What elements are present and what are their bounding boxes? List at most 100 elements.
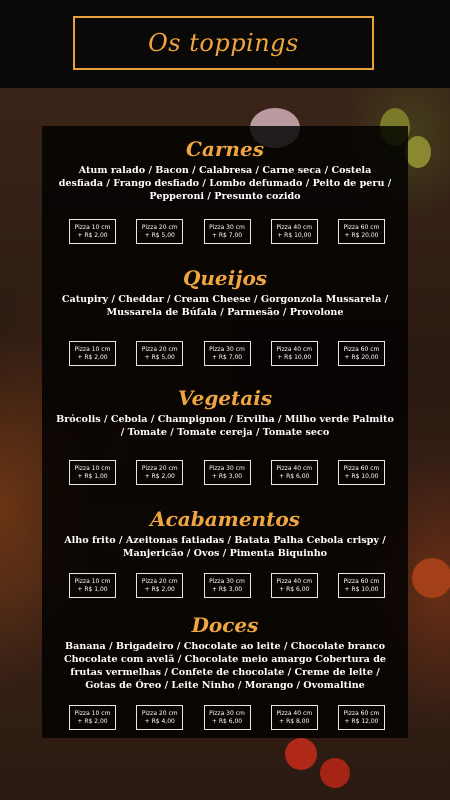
price-value: + R$ 1,00 [77,472,108,480]
section-doces: Doces Banana / Brigadeiro / Chocolate ao… [42,612,408,692]
price-box: Pizza 30 cm + R$ 3,00 [203,573,251,598]
section-vegetais: Vegetais Brócolis / Cebola / Champignon … [42,385,408,439]
price-size: Pizza 60 cm [343,464,380,472]
price-value: + R$ 1,00 [77,585,108,593]
price-value: + R$ 10,00 [344,585,379,593]
section-queijos: Queijos Catupiry / Cheddar / Cream Chees… [42,265,408,319]
price-size: Pizza 10 cm [74,345,111,353]
price-value: + R$ 8,00 [279,717,310,725]
price-box: Pizza 40 cm + R$ 6,00 [270,460,318,485]
price-size: Pizza 20 cm [141,464,178,472]
price-value: + R$ 4,00 [144,717,175,725]
price-size: Pizza 60 cm [343,709,380,717]
price-value: + R$ 6,00 [279,472,310,480]
price-size: Pizza 60 cm [343,345,380,353]
section-title: Acabamentos [150,507,300,531]
price-box: Pizza 20 cm + R$ 2,00 [136,573,184,598]
olive-decoration [405,136,431,168]
section-items: Alho frito / Azeitonas fatiadas / Batata… [64,535,386,559]
price-value: + R$ 10,00 [344,472,379,480]
price-box: Pizza 20 cm + R$ 5,00 [136,341,184,366]
price-box: Pizza 10 cm + R$ 1,00 [69,573,116,598]
price-box: Pizza 10 cm + R$ 2,00 [69,219,116,244]
price-box: Pizza 30 cm + R$ 3,00 [203,460,251,485]
section-title: Doces [191,613,259,637]
price-value: + R$ 12,00 [344,717,379,725]
price-box: Pizza 30 cm + R$ 7,00 [203,219,251,244]
price-box: Pizza 40 cm + R$ 10,00 [270,341,318,366]
price-box: Pizza 10 cm + R$ 2,00 [69,705,116,730]
section-items: Banana / Brigadeiro / Chocolate ao leite… [63,641,387,691]
price-size: Pizza 60 cm [343,577,380,585]
tomato-decoration [285,738,317,770]
price-value: + R$ 5,00 [144,231,175,239]
section-title: Vegetais [177,386,273,410]
price-value: + R$ 2,00 [77,717,108,725]
price-size: Pizza 10 cm [74,223,111,231]
price-box: Pizza 40 cm + R$ 6,00 [270,573,318,598]
price-size: Pizza 30 cm [209,345,245,353]
price-value: + R$ 20,00 [344,353,379,361]
price-value: + R$ 10,00 [277,231,312,239]
price-box: Pizza 20 cm + R$ 5,00 [136,219,184,244]
section-items: Brócolis / Cebola / Champignon / Ervilha… [56,414,394,438]
price-size: Pizza 20 cm [141,345,178,353]
price-value: + R$ 2,00 [144,585,175,593]
price-row-acabamentos: Pizza 10 cm + R$ 1,00 Pizza 20 cm + R$ 2,0… [69,573,385,598]
price-size: Pizza 40 cm [276,709,313,717]
price-size: Pizza 20 cm [141,709,178,717]
price-size: Pizza 20 cm [141,577,178,585]
section-acabamentos: Acabamentos Alho frito / Azeitonas fatia… [42,506,408,560]
pepperoni-decoration [412,558,450,598]
price-value: + R$ 5,00 [144,353,175,361]
title-frame: Os toppings [73,16,374,70]
price-size: Pizza 10 cm [74,577,111,585]
price-box: Pizza 40 cm + R$ 8,00 [270,705,318,730]
page-title: Os toppings [148,29,299,57]
price-value: + R$ 20,00 [344,231,379,239]
section-title: Queijos [182,266,268,290]
section-items: Atum ralado / Bacon / Calabresa / Carne … [58,165,392,202]
price-box: Pizza 60 cm + R$ 10,00 [338,573,385,598]
price-box: Pizza 60 cm + R$ 20,00 [338,219,385,244]
price-value: + R$ 3,00 [211,585,243,593]
price-size: Pizza 60 cm [343,223,380,231]
price-box: Pizza 60 cm + R$ 10,00 [338,460,385,485]
price-box: Pizza 10 cm + R$ 2,00 [69,341,116,366]
price-value: + R$ 10,00 [277,353,312,361]
price-size: Pizza 40 cm [276,223,313,231]
tomato-decoration [320,758,350,788]
price-value: + R$ 2,00 [77,353,108,361]
price-value: + R$ 2,00 [144,472,175,480]
price-size: Pizza 30 cm [209,709,245,717]
price-box: Pizza 60 cm + R$ 20,00 [338,341,385,366]
price-size: Pizza 40 cm [276,464,313,472]
price-box: Pizza 30 cm + R$ 6,00 [203,705,251,730]
price-value: + R$ 2,00 [77,231,108,239]
price-box: Pizza 20 cm + R$ 4,00 [136,705,184,730]
price-size: Pizza 10 cm [74,464,111,472]
price-box: Pizza 40 cm + R$ 10,00 [270,219,318,244]
price-row-doces: Pizza 10 cm + R$ 2,00 Pizza 20 cm + R$ 4,0… [69,705,385,730]
price-row-queijos: Pizza 10 cm + R$ 2,00 Pizza 20 cm + R$ 5,0… [69,341,385,366]
price-value: + R$ 7,00 [211,353,243,361]
price-box: Pizza 30 cm + R$ 7,00 [203,341,251,366]
section-carnes: Carnes Atum ralado / Bacon / Calabresa /… [42,136,408,203]
price-size: Pizza 10 cm [74,709,111,717]
price-row-carnes: Pizza 10 cm + R$ 2,00 Pizza 20 cm + R$ 5,0… [69,219,385,244]
price-value: + R$ 3,00 [211,472,243,480]
price-size: Pizza 20 cm [141,223,178,231]
section-items: Catupiry / Cheddar / Cream Cheese / Gorg… [61,294,389,318]
section-title: Carnes [186,137,264,161]
price-value: + R$ 6,00 [279,585,310,593]
price-value: + R$ 6,00 [211,717,243,725]
price-size: Pizza 40 cm [276,345,313,353]
price-size: Pizza 30 cm [209,464,245,472]
header-bar: Os toppings [0,0,450,88]
price-row-vegetais: Pizza 10 cm + R$ 1,00 Pizza 20 cm + R$ 2,0… [69,460,385,485]
price-size: Pizza 40 cm [276,577,313,585]
price-box: Pizza 10 cm + R$ 1,00 [69,460,116,485]
price-size: Pizza 30 cm [209,577,245,585]
price-value: + R$ 7,00 [211,231,243,239]
price-size: Pizza 30 cm [209,223,245,231]
